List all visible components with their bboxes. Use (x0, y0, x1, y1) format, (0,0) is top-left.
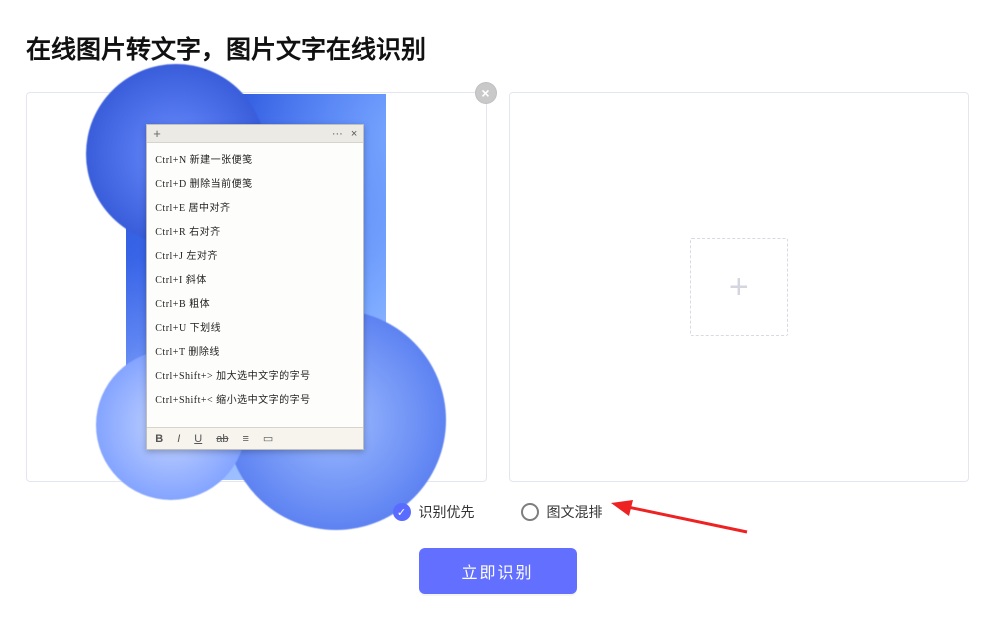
image-icon: ▭ (263, 432, 273, 445)
underline-icon: U (194, 433, 202, 445)
shortcut-line: Ctrl+T 删除线 (155, 341, 355, 365)
source-image-panel: × + ··· × Ctrl+N 新建一张便笺 Ctrl+D (26, 92, 487, 482)
list-icon: ≡ (242, 433, 248, 445)
add-image-dropzone[interactable]: + (690, 238, 788, 336)
remove-image-button[interactable]: × (476, 83, 496, 103)
radio-unselected-icon (521, 503, 539, 521)
plus-icon: + (729, 268, 749, 307)
recognize-button[interactable]: 立即识别 (419, 548, 577, 594)
close-icon: × (351, 128, 357, 140)
more-icon: ··· (332, 128, 343, 140)
bold-icon: B (155, 433, 163, 445)
option-label: 图文混排 (547, 502, 603, 522)
shortcut-line: Ctrl+R 右对齐 (155, 221, 355, 245)
sticky-note-window: + ··· × Ctrl+N 新建一张便笺 Ctrl+D 删除当前便笺 Ctrl… (146, 124, 364, 450)
shortcut-line: Ctrl+Shift+< 缩小选中文字的字号 (155, 389, 355, 413)
shortcut-line: Ctrl+J 左对齐 (155, 245, 355, 269)
option-recognition-first[interactable]: ✓ 识别优先 (393, 502, 475, 522)
strikethrough-icon: ab (216, 433, 228, 445)
shortcut-line: Ctrl+Shift+> 加大选中文字的字号 (155, 365, 355, 389)
italic-icon: I (177, 433, 180, 445)
option-mixed-layout[interactable]: 图文混排 (521, 502, 603, 522)
option-label: 识别优先 (419, 502, 475, 522)
note-toolbar: B I U ab ≡ ▭ (147, 427, 363, 449)
page-title: 在线图片转文字，图片文字在线识别 (26, 30, 969, 66)
shortcut-line: Ctrl+E 居中对齐 (155, 197, 355, 221)
panel-row: × + ··· × Ctrl+N 新建一张便笺 Ctrl+D (26, 92, 969, 482)
shortcut-line: Ctrl+N 新建一张便笺 (155, 149, 355, 173)
shortcut-line: Ctrl+U 下划线 (155, 317, 355, 341)
note-titlebar: + ··· × (147, 125, 363, 143)
note-body: Ctrl+N 新建一张便笺 Ctrl+D 删除当前便笺 Ctrl+E 居中对齐 … (147, 143, 363, 427)
recognition-options: ✓ 识别优先 图文混排 (26, 498, 969, 526)
radio-selected-icon: ✓ (393, 503, 411, 521)
plus-icon: + (153, 126, 161, 141)
shortcut-line: Ctrl+I 斜体 (155, 269, 355, 293)
add-image-panel[interactable]: + (509, 92, 970, 482)
shortcut-line: Ctrl+B 粗体 (155, 293, 355, 317)
uploaded-image: + ··· × Ctrl+N 新建一张便笺 Ctrl+D 删除当前便笺 Ctrl… (126, 94, 386, 480)
shortcut-line: Ctrl+D 删除当前便笺 (155, 173, 355, 197)
annotation-arrow-icon (609, 500, 749, 534)
